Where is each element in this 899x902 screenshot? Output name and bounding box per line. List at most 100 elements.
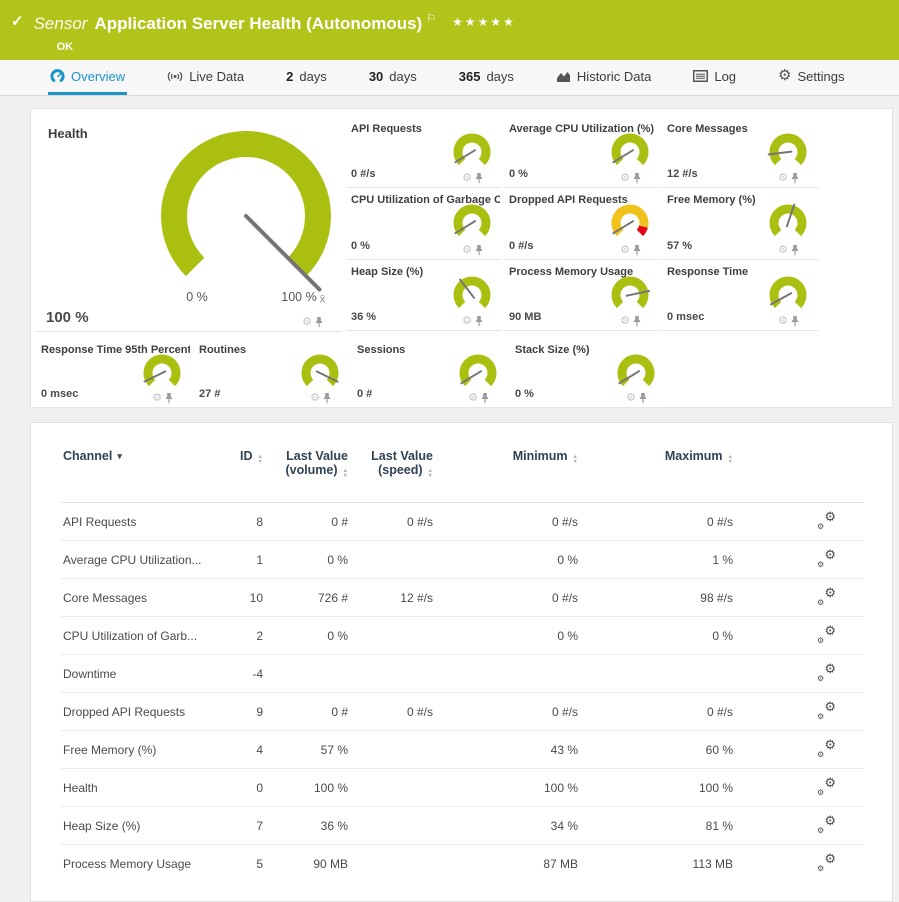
- gauge-pin-icon[interactable]: [633, 245, 641, 256]
- cell-channel-id: 2: [221, 617, 266, 655]
- tab-overview[interactable]: Overview: [48, 60, 127, 95]
- gauge-pin-icon[interactable]: [475, 316, 483, 327]
- gauge-pin-icon[interactable]: [165, 393, 173, 404]
- edit-channel-gears-icon[interactable]: ⚙⚙: [817, 551, 836, 566]
- edit-channel-gears-icon[interactable]: ⚙⚙: [817, 779, 836, 794]
- channel-gauge-value: 0 %: [515, 388, 534, 400]
- gauge-cell-icons: ⚙: [462, 245, 483, 256]
- gauge-cell-icons: ⚙: [626, 393, 647, 404]
- gauge-settings-gear-icon[interactable]: ⚙: [302, 317, 312, 328]
- gauge-cell-average-cpu-utilization[interactable]: Average CPU Utilization (%)0 %⚙: [504, 117, 660, 188]
- tab-2-days[interactable]: 2days: [284, 60, 329, 95]
- edit-channel-gears-icon[interactable]: ⚙⚙: [817, 741, 836, 756]
- gauge-pin-icon[interactable]: [323, 393, 331, 404]
- gauge-cell-sessions[interactable]: Sessions0 #⚙: [352, 338, 508, 408]
- channel-gauge-value: 12 #/s: [667, 168, 698, 180]
- gauge-settings-gear-icon[interactable]: ⚙: [626, 393, 636, 404]
- channel-row-process-memory-usage: Process Memory Usage590 MB87 MB113 MB⚙⚙: [61, 845, 864, 883]
- gauge-settings-gear-icon[interactable]: ⚙: [778, 316, 788, 327]
- tab-live-data[interactable]: Live Data: [165, 60, 246, 95]
- cell-minimum: 0 #/s: [436, 503, 581, 541]
- edit-channel-gears-icon[interactable]: ⚙⚙: [817, 513, 836, 528]
- tab-historic-data[interactable]: Historic Data: [554, 60, 653, 95]
- cell-minimum: 0 #/s: [436, 579, 581, 617]
- gauges-panel: Health x̄0 %100 % 100 % ⚙ API Requests0 …: [30, 108, 893, 408]
- gauge-cell-icons: ⚙: [620, 245, 641, 256]
- column-label: ID: [240, 449, 253, 463]
- column-label: Minimum: [513, 449, 568, 463]
- gauge-pin-icon[interactable]: [791, 245, 799, 256]
- channel-gauge: [609, 351, 663, 397]
- column-header-name[interactable]: Channel▾: [61, 445, 221, 503]
- edit-channel-gears-icon[interactable]: ⚙⚙: [817, 855, 836, 870]
- gauge-settings-gear-icon[interactable]: ⚙: [462, 173, 472, 184]
- gauge-settings-gear-icon[interactable]: ⚙: [778, 173, 788, 184]
- edit-channel-gears-icon[interactable]: ⚙⚙: [817, 703, 836, 718]
- gauge-cell-dropped-api-requests[interactable]: Dropped API Requests0 #/s⚙: [504, 188, 660, 259]
- channel-gauge-value: 0 %: [509, 168, 528, 180]
- health-gauge-title: Health: [48, 126, 88, 141]
- gauge-settings-gear-icon[interactable]: ⚙: [620, 245, 630, 256]
- gauge-settings-gear-icon[interactable]: ⚙: [462, 316, 472, 327]
- cell-actions: ⚙⚙: [736, 503, 864, 541]
- tab-log[interactable]: Log: [691, 60, 738, 95]
- cell-actions: ⚙⚙: [736, 731, 864, 769]
- gauge-pin-icon[interactable]: [791, 173, 799, 184]
- gauge-cell-process-memory-usage[interactable]: Process Memory Usage90 MB⚙: [504, 260, 660, 331]
- health-gauge-cell[interactable]: Health x̄0 %100 % 100 % ⚙: [36, 117, 342, 332]
- gauge-cell-response-time-95th-percentile[interactable]: Response Time 95th Percentile0 msec⚙: [36, 338, 192, 408]
- gauge-settings-gear-icon[interactable]: ⚙: [462, 245, 472, 256]
- column-header-id[interactable]: ID▲▼: [221, 445, 266, 503]
- tab-label: Historic Data: [577, 69, 651, 84]
- gauge-cell-stack-size[interactable]: Stack Size (%)0 %⚙: [510, 338, 666, 408]
- gauge-settings-gear-icon[interactable]: ⚙: [620, 173, 630, 184]
- gauge-pin-icon[interactable]: [315, 317, 323, 328]
- cell-channel-id: 5: [221, 845, 266, 883]
- tab-number: 365: [459, 69, 481, 84]
- gauge-cell-icons: ⚙: [310, 393, 331, 404]
- gauge-cell-heap-size[interactable]: Heap Size (%)36 %⚙: [346, 260, 502, 331]
- tab-30-days[interactable]: 30days: [367, 60, 419, 95]
- channel-gauge-value: 90 MB: [509, 311, 541, 323]
- channel-row-core-messages: Core Messages10726 #12 #/s0 #/s98 #/s⚙⚙: [61, 579, 864, 617]
- edit-channel-gears-icon[interactable]: ⚙⚙: [817, 817, 836, 832]
- edit-channel-gears-icon[interactable]: ⚙⚙: [817, 665, 836, 680]
- cell-actions: ⚙⚙: [736, 693, 864, 731]
- cell-maximum: 60 %: [581, 731, 736, 769]
- gauge-settings-gear-icon[interactable]: ⚙: [620, 316, 630, 327]
- gauge-pin-icon[interactable]: [481, 393, 489, 404]
- gauge-cell-core-messages[interactable]: Core Messages12 #/s⚙: [662, 117, 818, 188]
- cell-maximum: 0 %: [581, 617, 736, 655]
- gauge-cell-response-time[interactable]: Response Time0 msec⚙: [662, 260, 818, 331]
- gauge-pin-icon[interactable]: [791, 316, 799, 327]
- gauge-settings-gear-icon[interactable]: ⚙: [152, 393, 162, 404]
- gauge-pin-icon[interactable]: [475, 245, 483, 256]
- gauge-pin-icon[interactable]: [639, 393, 647, 404]
- edit-channel-gears-icon[interactable]: ⚙⚙: [817, 627, 836, 642]
- gauge-cell-routines[interactable]: Routines27 #⚙: [194, 338, 350, 408]
- column-header-min[interactable]: Minimum▲▼: [436, 445, 581, 503]
- priority-stars-icon[interactable]: ★★★★★: [452, 15, 516, 29]
- column-header-last_speed[interactable]: Last Value(speed)▲▼: [351, 445, 436, 503]
- channel-row-free-memory: Free Memory (%)457 %43 %60 %⚙⚙: [61, 731, 864, 769]
- gauge-cell-free-memory[interactable]: Free Memory (%)57 %⚙: [662, 188, 818, 259]
- flag-icon[interactable]: ⚐: [426, 13, 436, 25]
- column-header-last_volume[interactable]: Last Value(volume)▲▼: [266, 445, 351, 503]
- cell-channel-id: 0: [221, 769, 266, 807]
- tab-settings[interactable]: ⚙Settings: [776, 60, 846, 95]
- channel-gauge: [761, 130, 815, 176]
- gauge-cell-api-requests[interactable]: API Requests0 #/s⚙: [346, 117, 502, 188]
- gauge-settings-gear-icon[interactable]: ⚙: [468, 393, 478, 404]
- tab-365-days[interactable]: 365days: [457, 60, 516, 95]
- gauge-cell-cpu-utilization-of-garbage-c[interactable]: CPU Utilization of Garbage C...0 %⚙: [346, 188, 502, 259]
- column-header-max[interactable]: Maximum▲▼: [581, 445, 736, 503]
- gauge-settings-gear-icon[interactable]: ⚙: [778, 245, 788, 256]
- gear-icon: ⚙: [778, 70, 791, 82]
- gauge-settings-gear-icon[interactable]: ⚙: [310, 393, 320, 404]
- edit-channel-gears-icon[interactable]: ⚙⚙: [817, 589, 836, 604]
- gauge-pin-icon[interactable]: [633, 316, 641, 327]
- gauge-pin-icon[interactable]: [633, 173, 641, 184]
- channel-row-average-cpu-utilization: Average CPU Utilization...10 %0 %1 %⚙⚙: [61, 541, 864, 579]
- gauge-pin-icon[interactable]: [475, 173, 483, 184]
- page-title: Application Server Health (Autonomous): [94, 14, 422, 33]
